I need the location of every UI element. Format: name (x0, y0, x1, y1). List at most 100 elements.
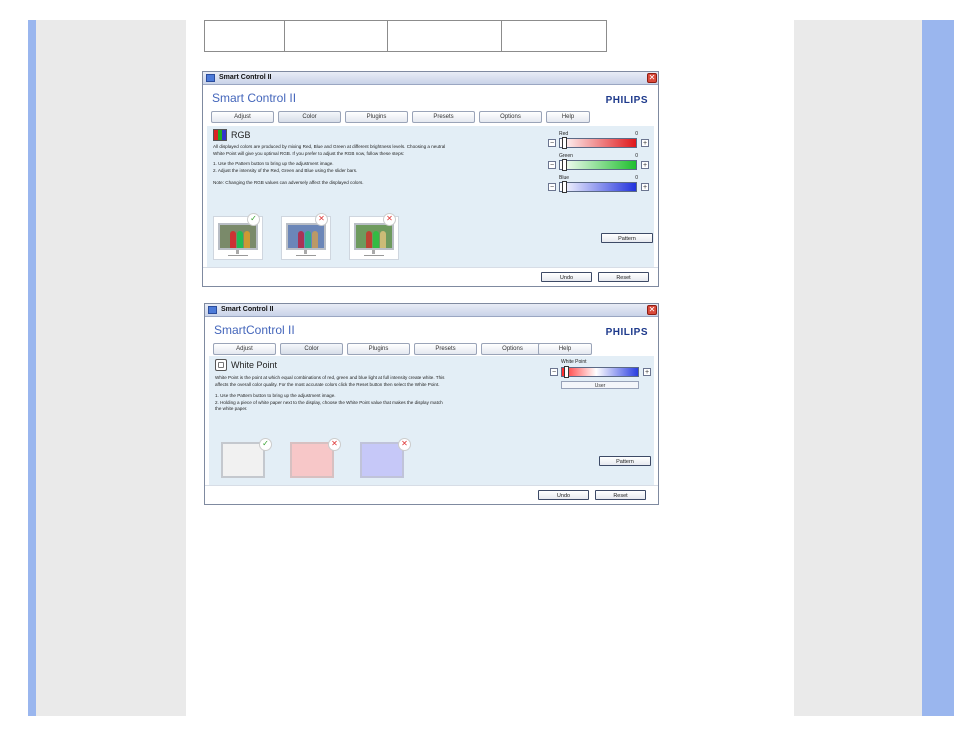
check-icon: ✓ (247, 213, 260, 226)
tab-presets[interactable]: Presets (412, 111, 475, 123)
bottom-bar: Undo Reset (205, 485, 658, 504)
undo-button[interactable]: Undo (538, 490, 589, 500)
white-point-panel: White Point White Point is the point at … (209, 356, 654, 487)
white-point-slider[interactable] (561, 366, 639, 378)
smart-control-window-rgb: Smart Control II ✕ Smart Control II PHIL… (202, 71, 659, 287)
app-title: Smart Control II (212, 91, 297, 105)
window-title: Smart Control II (219, 74, 272, 81)
blue-minus-icon[interactable]: − (548, 183, 556, 191)
green-value: 0 (635, 153, 638, 159)
pattern-thumbnail[interactable]: ✕ (281, 213, 331, 260)
table-cell (388, 21, 502, 51)
blue-slider[interactable] (559, 181, 637, 193)
panel-title: White Point (215, 359, 277, 371)
panel-title: RGB (213, 129, 251, 141)
cross-icon: ✕ (398, 438, 411, 451)
tab-color[interactable]: Color (280, 343, 343, 355)
brand-logo: PHILIPS (605, 95, 648, 106)
monitor-stand (364, 250, 384, 256)
smart-control-window-white-point: Smart Control II ✕ SmartControl II PHILI… (204, 303, 659, 505)
close-icon[interactable]: ✕ (647, 305, 657, 315)
white-point-preview-warm[interactable] (290, 442, 334, 478)
close-icon[interactable]: ✕ (647, 73, 657, 83)
people-image (366, 231, 386, 248)
reset-button[interactable]: Reset (598, 272, 649, 282)
white-point-minus-icon[interactable]: − (550, 368, 558, 376)
tab-help[interactable]: Help (538, 343, 592, 355)
rgb-description: All displayed colors are produced by mix… (213, 144, 523, 187)
description-line: the white paper. (215, 406, 248, 411)
red-minus-icon[interactable]: − (548, 139, 556, 147)
people-image (298, 231, 318, 248)
tab-options[interactable]: Options (481, 343, 544, 355)
pattern-thumbnail-selected[interactable]: ✓ (213, 213, 263, 260)
monitor-stand (296, 250, 316, 256)
panel-title-text: RGB (231, 130, 251, 140)
window-title: Smart Control II (221, 306, 274, 313)
tab-bar: Adjust Color Plugins Presets Options Hel… (203, 111, 658, 125)
brand-logo: PHILIPS (605, 327, 648, 338)
green-plus-icon[interactable]: + (641, 161, 649, 169)
tab-options[interactable]: Options (479, 111, 542, 123)
cross-icon: ✕ (328, 438, 341, 451)
panel-title-text: White Point (231, 360, 278, 370)
tab-adjust[interactable]: Adjust (213, 343, 276, 355)
white-point-preview-cool[interactable] (360, 442, 404, 478)
white-point-icon (215, 359, 227, 371)
tab-color[interactable]: Color (278, 111, 341, 123)
app-header: SmartControl II PHILIPS (205, 317, 658, 343)
pattern-button[interactable]: Pattern (601, 233, 653, 243)
bottom-bar: Undo Reset (203, 267, 658, 286)
white-point-description: White Point is the point at which equal … (215, 375, 525, 413)
tab-help[interactable]: Help (546, 111, 590, 123)
cross-icon: ✕ (315, 213, 328, 226)
green-minus-icon[interactable]: − (548, 161, 556, 169)
red-slider[interactable] (559, 137, 637, 149)
blue-plus-icon[interactable]: + (641, 183, 649, 191)
monitor-preview (218, 223, 258, 250)
monitor-stand (228, 250, 248, 256)
monitor-preview (286, 223, 326, 250)
slider-thumb[interactable] (562, 159, 567, 171)
white-point-preview-selected[interactable] (221, 442, 265, 478)
slider-thumb[interactable] (564, 366, 569, 378)
app-title: SmartControl II (214, 323, 295, 337)
table-cell (285, 21, 388, 51)
tab-presets[interactable]: Presets (414, 343, 477, 355)
tab-plugins[interactable]: Plugins (347, 343, 410, 355)
app-header: Smart Control II PHILIPS (203, 85, 658, 111)
red-value: 0 (635, 131, 638, 137)
rgb-panel: RGB All displayed colors are produced by… (207, 126, 654, 268)
rgb-icon (213, 129, 227, 141)
cross-icon: ✕ (383, 213, 396, 226)
app-icon (208, 306, 217, 314)
page-left-column (36, 20, 186, 716)
table-cell (502, 21, 606, 51)
table-cell (205, 21, 285, 51)
tab-bar: Adjust Color Plugins Presets Options Hel… (205, 343, 658, 357)
page-left-edge (28, 20, 36, 716)
blue-value: 0 (635, 175, 638, 181)
titlebar: Smart Control II ✕ (203, 72, 658, 85)
undo-button[interactable]: Undo (541, 272, 592, 282)
slider-thumb[interactable] (562, 137, 567, 149)
pattern-thumbnail[interactable]: ✕ (349, 213, 399, 260)
monitor-preview (354, 223, 394, 250)
red-plus-icon[interactable]: + (641, 139, 649, 147)
top-table (204, 20, 607, 52)
titlebar: Smart Control II ✕ (205, 304, 658, 317)
tab-plugins[interactable]: Plugins (345, 111, 408, 123)
green-slider[interactable] (559, 159, 637, 171)
white-point-label: White Point (561, 359, 587, 365)
white-point-mode: User (561, 381, 639, 389)
description-line: Note: Changing the RGB values can advers… (213, 180, 364, 185)
white-point-plus-icon[interactable]: + (643, 368, 651, 376)
slider-thumb[interactable] (562, 181, 567, 193)
tab-adjust[interactable]: Adjust (211, 111, 274, 123)
pattern-button[interactable]: Pattern (599, 456, 651, 466)
reset-button[interactable]: Reset (595, 490, 646, 500)
check-icon: ✓ (259, 438, 272, 451)
page-right-edge (922, 20, 954, 716)
people-image (230, 231, 250, 248)
page-right-column (794, 20, 922, 716)
